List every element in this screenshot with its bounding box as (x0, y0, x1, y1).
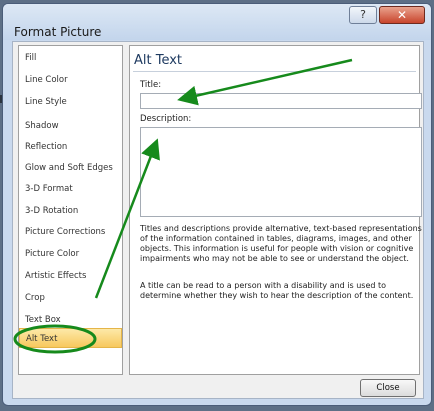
description-label: Description: (140, 114, 192, 124)
window-close-button[interactable]: ✕ (379, 6, 425, 24)
nav-item-reflection[interactable]: Reflection (19, 137, 122, 157)
nav-item-picture-color[interactable]: Picture Color (19, 244, 122, 264)
nav-item-3d-format[interactable]: 3-D Format (19, 179, 122, 199)
help-text-paragraph-2: A title can be read to a person with a d… (140, 281, 414, 300)
category-list: Fill Line Color Line Style Shadow Reflec… (18, 45, 123, 375)
nav-item-crop[interactable]: Crop (19, 288, 122, 308)
nav-item-fill[interactable]: Fill (19, 48, 122, 68)
nav-item-alt-text[interactable]: Alt Text (19, 328, 122, 348)
nav-item-3d-rotation[interactable]: 3-D Rotation (19, 201, 122, 221)
nav-item-glow-soft-edges[interactable]: Glow and Soft Edges (19, 158, 122, 178)
nav-item-picture-corrections[interactable]: Picture Corrections (19, 222, 122, 242)
dialog-title: Format Picture (14, 25, 102, 39)
title-bar[interactable]: Format Picture ? ✕ (3, 4, 431, 40)
title-input[interactable] (140, 93, 422, 109)
nav-item-text-box[interactable]: Text Box (19, 310, 122, 330)
nav-item-shadow[interactable]: Shadow (19, 116, 122, 136)
nav-item-artistic-effects[interactable]: Artistic Effects (19, 266, 122, 286)
nav-item-line-style[interactable]: Line Style (19, 92, 122, 112)
nav-item-line-color[interactable]: Line Color (19, 70, 122, 90)
close-button[interactable]: Close (360, 379, 416, 397)
title-label: Title: (140, 80, 162, 90)
help-text-paragraph-1: Titles and descriptions provide alternat… (140, 224, 422, 263)
help-button[interactable]: ? (349, 6, 377, 24)
panel-heading: Alt Text (134, 53, 183, 68)
heading-divider (133, 71, 416, 72)
description-input[interactable] (140, 127, 422, 217)
